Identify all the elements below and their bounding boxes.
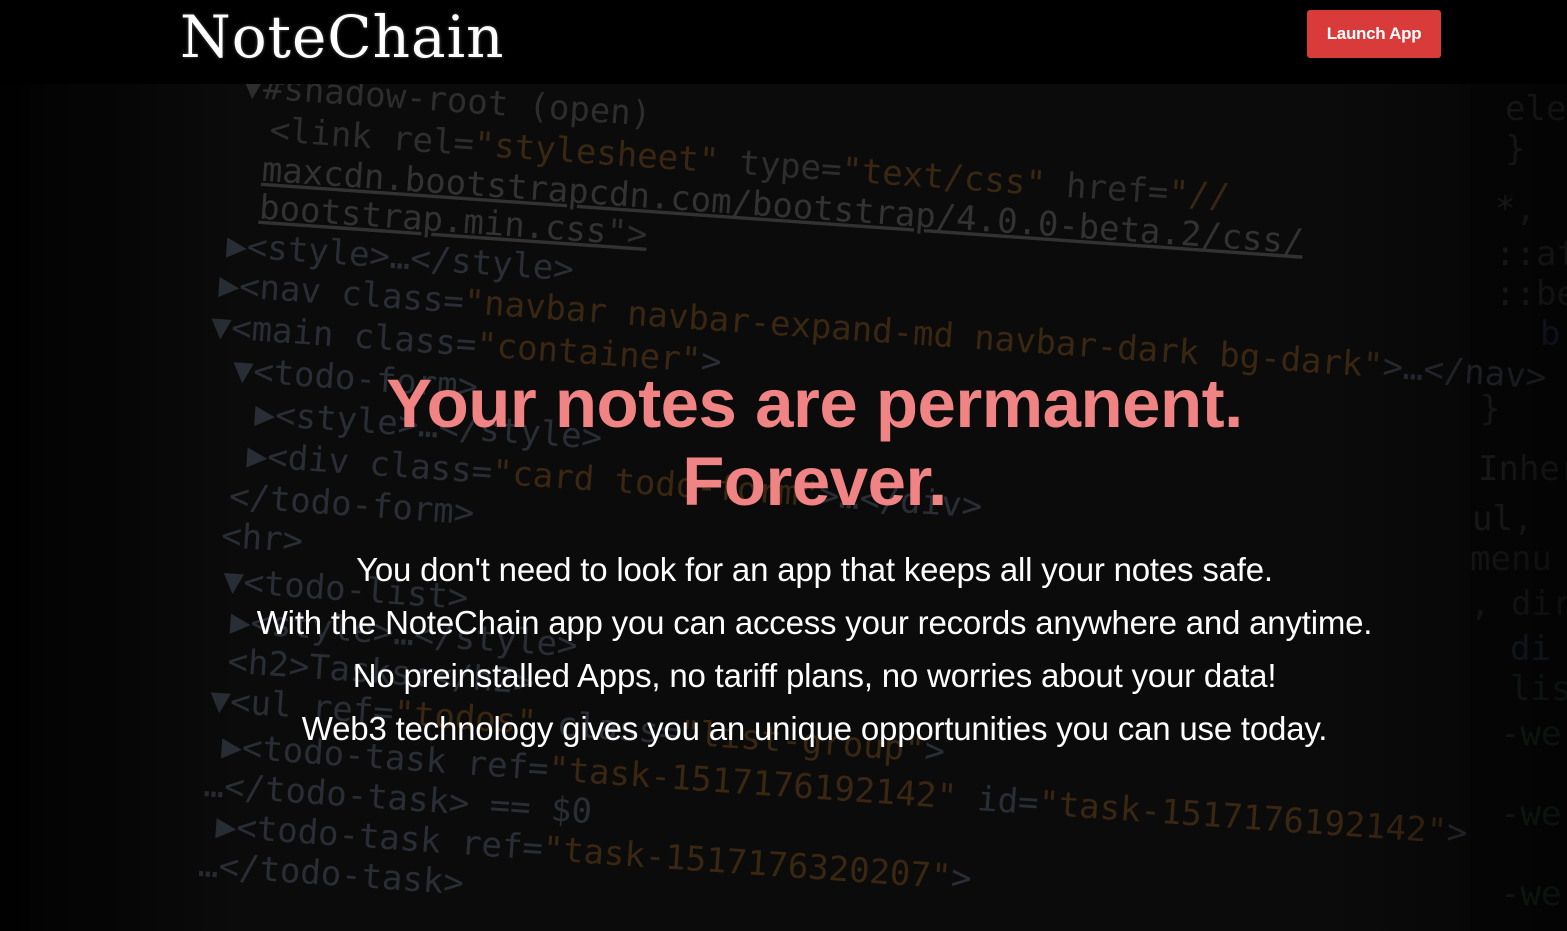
hero-description: You don't need to look for an app that k…	[0, 543, 1567, 755]
hero-section: Your notes are permanent. Forever. You d…	[0, 365, 1567, 755]
landing-page: ▼#shadow-root (open) <link rel="styleshe…	[0, 0, 1567, 931]
notechain-logo[interactable]: NoteChain	[180, 2, 505, 72]
description-line: No preinstalled Apps, no tariff plans, n…	[352, 657, 1277, 694]
top-navbar: NoteChain Launch App	[0, 0, 1567, 84]
hero-headline: Your notes are permanent. Forever.	[184, 365, 1384, 521]
description-line: You don't need to look for an app that k…	[356, 551, 1273, 588]
launch-app-button[interactable]: Launch App	[1307, 10, 1441, 58]
description-line: With the NoteChain app you can access yo…	[256, 604, 1373, 641]
headline-line-1: Your notes are permanent.	[386, 365, 1243, 442]
description-line: Web3 technology gives you an unique oppo…	[301, 710, 1328, 747]
headline-line-2: Forever.	[682, 443, 947, 520]
